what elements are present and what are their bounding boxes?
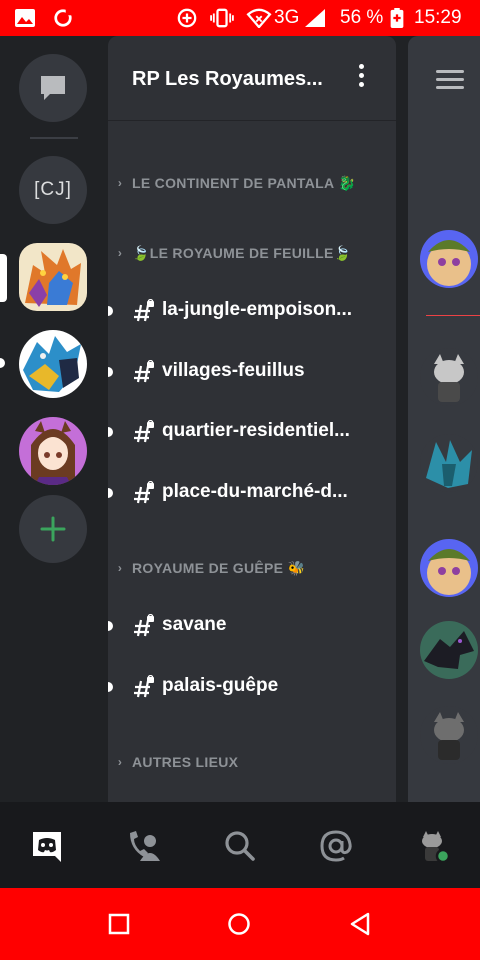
friends-icon (130, 831, 160, 861)
category-label: LE CONTINENT DE PANTALA 🐉 (132, 174, 356, 191)
channel-name: villages-feuillus (162, 360, 305, 381)
system-navigation-bar (0, 888, 480, 960)
status-bar: 3G 56 % 15:29 (0, 0, 480, 36)
chat-bubble-icon (41, 76, 65, 100)
add-server-button[interactable] (19, 495, 87, 563)
signal-icon (305, 9, 325, 27)
search-tab[interactable] (220, 826, 260, 866)
cat-avatar-icon (420, 348, 478, 406)
server-rail: [CJ] (0, 36, 108, 802)
clock: 15:29 (414, 7, 462, 28)
locked-hash-icon (134, 614, 154, 637)
rail-divider (30, 137, 78, 139)
category-guepe[interactable]: › ROYAUME DE GUÊPE 🐝 (108, 556, 396, 580)
chevron-right-icon: › (117, 755, 123, 769)
channel-savane[interactable]: savane (108, 604, 396, 648)
gallery-notification-icon (15, 9, 35, 27)
turtle-avatar-icon (420, 230, 478, 288)
server-anime-avatar[interactable] (19, 417, 87, 485)
unread-indicator (108, 367, 113, 377)
channel-palais-guepe[interactable]: palais-guêpe (108, 665, 396, 709)
wifi-off-icon (246, 8, 272, 28)
more-options-icon[interactable] (356, 64, 366, 92)
cat-avatar-icon (420, 706, 478, 764)
category-pantala[interactable]: › LE CONTINENT DE PANTALA 🐉 (108, 171, 396, 195)
channel-villages-feuillus[interactable]: villages-feuillus (108, 350, 396, 394)
channel-name: palais-guêpe (162, 675, 279, 696)
plus-icon (40, 516, 66, 542)
channel-name: savane (162, 614, 227, 635)
category-feuille[interactable]: › 🍃LE ROYAUME DE FEUILLE🍃 (108, 241, 396, 265)
direct-messages-button[interactable] (19, 54, 87, 122)
server-dragons[interactable] (19, 330, 87, 398)
channel-quartier-residentiel[interactable]: quartier-residentiel... (108, 410, 396, 454)
vibrate-icon (210, 8, 234, 28)
member-avatar-blue-dragon[interactable] (420, 434, 478, 492)
chevron-down-icon: › (117, 246, 123, 260)
unread-indicator (108, 427, 113, 437)
friends-tab[interactable] (124, 826, 164, 866)
channel-name: place-du-marché-d... (162, 481, 348, 502)
home-tab[interactable] (27, 826, 67, 866)
member-avatar-cat-grey[interactable] (420, 348, 478, 406)
at-sign-icon (320, 830, 352, 862)
mentions-tab[interactable] (316, 826, 356, 866)
channel-la-jungle[interactable]: la-jungle-empoison... (108, 289, 396, 333)
new-messages-divider (426, 315, 480, 316)
server-icon-anime-girl (19, 417, 87, 485)
category-label: 🍃LE ROYAUME DE FEUILLE🍃 (132, 244, 352, 261)
home-circle-icon[interactable] (227, 912, 251, 936)
unread-indicator (108, 621, 113, 631)
member-avatar-turtle-2[interactable] (420, 539, 478, 597)
locked-hash-icon (134, 481, 154, 504)
dragon-avatar-icon (420, 434, 478, 492)
search-icon (225, 831, 255, 861)
panel-gap (396, 36, 408, 802)
server-icon-dragons-blue (19, 330, 87, 398)
locked-hash-icon (134, 299, 154, 322)
sync-notification-icon (54, 9, 72, 27)
channel-name: quartier-residentiel... (162, 420, 350, 441)
category-label: AUTRES LIEUX (132, 754, 239, 770)
unread-server-indicator (0, 358, 5, 368)
chevron-right-icon: › (117, 176, 123, 190)
unread-indicator (108, 306, 113, 316)
server-header[interactable]: RP Les Royaumes... (108, 36, 396, 120)
chevron-down-icon: › (117, 561, 123, 575)
locked-hash-icon (134, 675, 154, 698)
profile-tab[interactable] (412, 826, 452, 866)
unread-indicator (108, 488, 113, 498)
recent-apps-icon[interactable] (108, 913, 130, 935)
battery-percent: 56 % (340, 7, 384, 28)
server-name: RP Les Royaumes... (132, 68, 323, 90)
channel-panel: RP Les Royaumes... › LE CONTINENT DE PAN… (108, 36, 396, 802)
channel-name: la-jungle-empoison... (162, 299, 353, 320)
chat-preview[interactable] (408, 36, 480, 802)
member-avatar-black-dragon[interactable] (420, 621, 478, 679)
server-icon-dragons-orange (19, 243, 87, 311)
profile-avatar-icon (422, 831, 449, 863)
hamburger-menu-icon[interactable] (436, 70, 464, 94)
member-avatar-cat-dark[interactable] (420, 706, 478, 764)
battery-icon (390, 8, 404, 28)
unread-indicator (108, 682, 113, 692)
server-rp-les-royaumes[interactable] (19, 243, 87, 311)
network-type: 3G (274, 7, 300, 28)
turtle-avatar-icon (420, 539, 478, 597)
dragon-avatar-icon (420, 621, 478, 679)
category-label: ROYAUME DE GUÊPE 🐝 (132, 559, 306, 576)
channel-place-du-marche[interactable]: place-du-marché-d... (108, 471, 396, 515)
locked-hash-icon (134, 360, 154, 383)
selected-server-indicator (0, 254, 7, 302)
category-autres-lieux[interactable]: › AUTRES LIEUX (108, 750, 396, 774)
server-cj[interactable]: [CJ] (19, 156, 87, 224)
back-triangle-icon[interactable] (348, 911, 372, 937)
bottom-navigation (0, 802, 480, 888)
member-avatar-turtle[interactable] (420, 230, 478, 288)
data-saver-icon (177, 8, 197, 28)
locked-hash-icon (134, 420, 154, 443)
server-cj-label: [CJ] (34, 179, 72, 200)
discord-home-icon (33, 832, 61, 862)
